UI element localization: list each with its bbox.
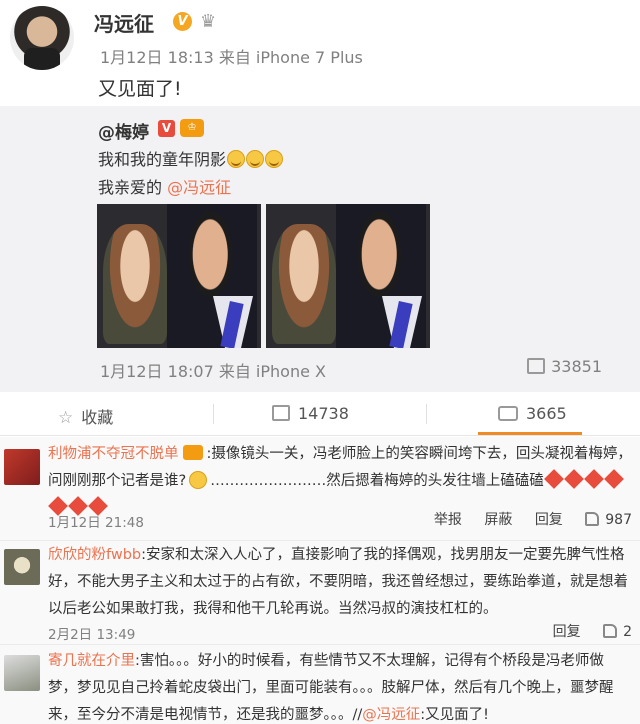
comment-item: 寄几就在介里:害怕。。。好小的时候看，有些情节又不太理解，记得有个桥段是冯老师做… [0,645,640,724]
comment-avatar[interactable] [4,655,40,691]
photo-woman [272,224,336,344]
repost-username[interactable]: @梅婷 [98,118,149,143]
comment-content-continued: ……………………然后摁着梅婷的头发往墙上磕磕磕 [210,473,544,489]
avatar[interactable] [10,6,74,70]
post-time[interactable]: 18:13 [168,48,214,67]
star-icon: ☆ [58,408,74,428]
thumbs-up-icon [585,512,600,526]
repost-text-prefix: 我亲爱的 [98,178,168,197]
repost-meta: 1月12日 18:07 来自 iPhone X [100,358,326,382]
action-bar: ☆ 收藏 14738 3665 [0,392,640,436]
repost-icon [272,405,290,421]
comment-item: 欣欣的粉fwbb:安家和太深入人心了，直接影响了我的择偶观，找男朋友一定要先脾气… [0,541,640,645]
like-count: 987 [605,512,632,528]
repost-share-button[interactable]: 33851 [527,357,602,376]
repost-button[interactable]: 14738 [272,404,349,423]
photo-woman [103,224,167,344]
comment-list: 利物浦不夺冠不脱单:摄像镜头一关，冯老师脸上的笑容瞬间垮下去，回头凝视着梅婷，问… [0,437,640,724]
post-username[interactable]: 冯远征 [94,8,154,37]
divider [426,404,427,424]
comment-time: 2月2日 13:49 [48,627,136,643]
comment-avatar[interactable] [4,449,40,485]
weibo-post-header: 冯远征 V ♛ 1月12日 18:13 来自 iPhone 7 Plus 又见面… [0,0,640,106]
comment-icon [498,406,518,421]
mention-link[interactable]: @冯远征 [362,707,420,723]
verified-badge-icon: V [173,12,192,31]
smile-emoji-icon [189,471,208,489]
comment-text: 欣欣的粉fwbb:安家和太深入人心了，直接影响了我的择偶观，找男朋友一定要先脾气… [48,542,632,623]
member-level-icon [182,445,203,460]
laugh-cry-emoji-icon [246,150,265,168]
repost-source: 来自 iPhone X [218,362,326,381]
repost-text-line1: 我和我的童年阴影 [98,146,284,170]
like-button[interactable]: 987 [585,512,632,528]
comment-text: 寄几就在介里:害怕。。。好小的时候看，有些情节又不太理解，记得有个桥段是冯老师做… [48,648,632,724]
laugh-cry-emoji-icon [227,150,246,168]
member-level-icon: ♔ [180,119,204,137]
post-text: 又见面了! [98,78,182,100]
favorite-button[interactable]: ☆ 收藏 [58,404,113,428]
repost-photo-1[interactable] [97,204,261,348]
comment-actions: 回复 2 [535,621,632,641]
repost-text-line2: 我亲爱的 @冯远征 [98,174,231,198]
comment-count: 3665 [526,404,567,423]
comment-username[interactable]: 利物浦不夺冠不脱单 [48,446,179,462]
comment-time: 1月12日 21:48 [48,515,144,531]
comment-actions: 举报 屏蔽 回复 987 [416,509,632,529]
comment-tab[interactable]: 3665 [498,404,567,423]
burst-emoji-icon [563,469,584,489]
like-count: 2 [623,624,632,640]
share-icon [527,358,546,374]
thumbs-up-icon [603,624,618,638]
reply-button[interactable]: 回复 [535,512,563,528]
comment-avatar[interactable] [4,549,40,585]
reply-button[interactable]: 回复 [553,624,581,640]
crown-icon: ♛ [200,11,217,32]
burst-emoji-icon [543,469,564,489]
comment-content-end: :又见面了! [420,707,489,723]
post-meta: 1月12日 18:13 来自 iPhone 7 Plus [100,44,363,68]
post-source: 来自 iPhone 7 Plus [218,48,363,67]
repost-count: 14738 [298,404,349,423]
divider [213,404,214,424]
comment-username[interactable]: 欣欣的粉fwbb [48,547,141,563]
comment-item: 利物浦不夺冠不脱单:摄像镜头一关，冯老师脸上的笑容瞬间垮下去，回头凝视着梅婷，问… [0,437,640,541]
verified-badge-icon: V [158,120,175,137]
block-button[interactable]: 屏蔽 [484,512,512,528]
report-button[interactable]: 举报 [434,512,462,528]
burst-emoji-icon [603,469,624,489]
repost-time[interactable]: 18:07 [168,362,214,381]
post-date[interactable]: 1月12日 [100,48,163,67]
repost-card: @梅婷 V ♔ 我和我的童年阴影 我亲爱的 @冯远征 1月12日 18:07 来… [0,106,640,392]
burst-emoji-icon [583,469,604,489]
repost-photo-2[interactable] [266,204,430,348]
favorite-label: 收藏 [81,408,114,427]
laugh-cry-emoji-icon [265,150,284,168]
mention-link[interactable]: @冯远征 [167,178,231,197]
like-button[interactable]: 2 [603,624,632,640]
repost-date[interactable]: 1月12日 [100,362,163,381]
active-tab-indicator [478,432,582,435]
comment-username[interactable]: 寄几就在介里 [48,653,135,669]
repost-text: 我和我的童年阴影 [98,150,227,169]
repost-share-count: 33851 [551,357,602,376]
